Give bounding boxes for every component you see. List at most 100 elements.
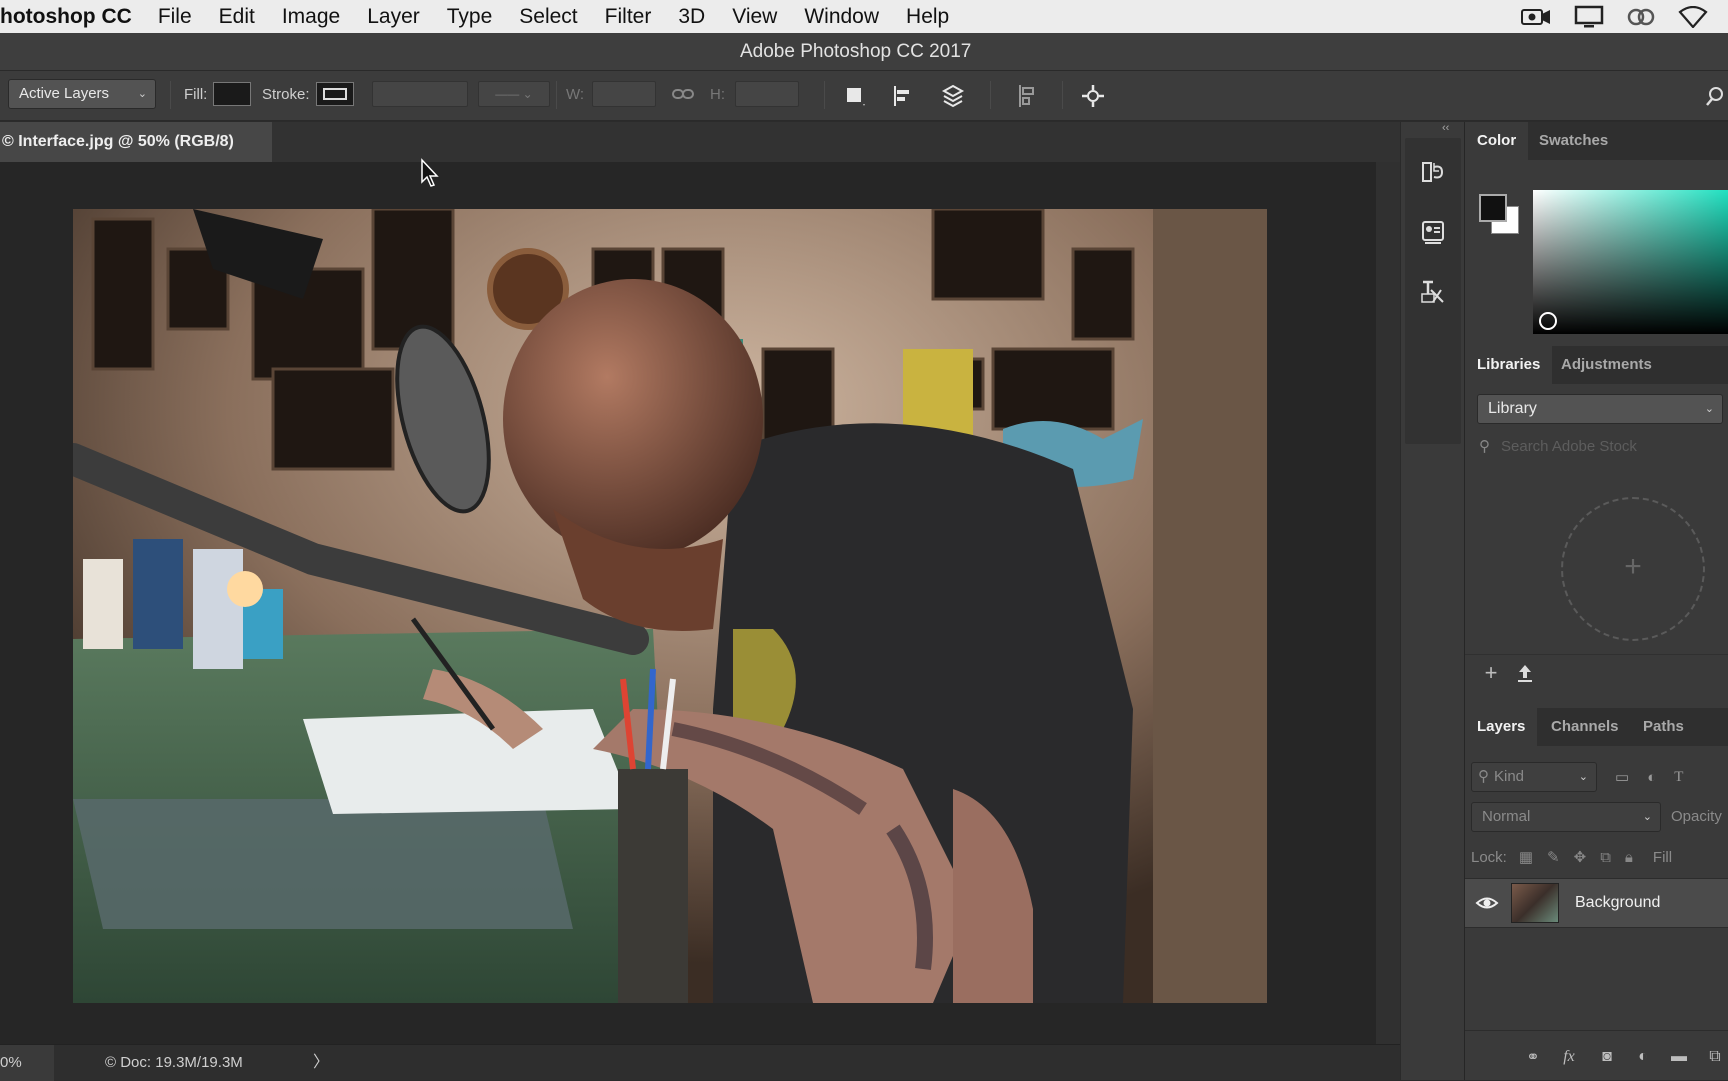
height-field[interactable]: [735, 81, 799, 107]
layer-lock-row: Lock: ▦ ✎ ✥ ⧉ 🔒︎ Fill: [1471, 842, 1728, 872]
zoom-field[interactable]: 0%: [0, 1045, 54, 1081]
libraries-footer: +: [1465, 654, 1728, 688]
blend-mode-select[interactable]: Normal ⌄: [1471, 802, 1661, 832]
divider: [170, 81, 171, 109]
document-tab[interactable]: © Interface.jpg @ 50% (RGB/8): [0, 122, 272, 162]
screen-record-icon[interactable]: [1520, 6, 1552, 28]
wifi-icon[interactable]: [1678, 5, 1708, 28]
tab-color[interactable]: Color: [1465, 122, 1529, 160]
properties-panel-icon[interactable]: [1417, 216, 1449, 248]
status-bar: 0% © Doc: 19.3M/19.3M 〉: [0, 1044, 1400, 1081]
canvas-scrollbar[interactable]: [1376, 162, 1400, 1044]
search-icon: ⚲: [1478, 768, 1489, 785]
add-element-icon[interactable]: +: [1479, 660, 1503, 685]
filter-adjustment-icon[interactable]: ◐: [1647, 769, 1656, 786]
add-content-plus: +: [1624, 550, 1642, 583]
stroke-type-select[interactable]: —— ⌄: [478, 81, 550, 107]
menu-3d[interactable]: 3D: [678, 5, 705, 29]
tab-swatches[interactable]: Swatches: [1527, 122, 1620, 160]
filter-type-icon[interactable]: T: [1674, 769, 1683, 786]
stroke-preview-icon: [322, 88, 347, 100]
right-panel-dock: Color Swatches Libraries Adjustments Lib…: [1464, 122, 1728, 1080]
lock-position-icon[interactable]: ✥: [1574, 848, 1587, 866]
stroke-color-swatch[interactable]: [315, 82, 354, 106]
width-field[interactable]: [592, 81, 657, 107]
doc-size-info[interactable]: © Doc: 19.3M/19.3M: [105, 1045, 243, 1081]
foreground-color-swatch[interactable]: [1479, 194, 1507, 222]
fill-color-swatch[interactable]: [213, 82, 252, 106]
lock-label: Lock:: [1471, 848, 1507, 866]
layers-panel-tabs: Layers Channels Paths: [1465, 708, 1728, 746]
adobe-stock-search-placeholder: Search Adobe Stock: [1501, 438, 1637, 455]
menu-help[interactable]: Help: [906, 5, 949, 29]
lock-artboard-icon[interactable]: ⧉: [1600, 849, 1611, 866]
new-group-folder-icon[interactable]: ▬: [1667, 1045, 1691, 1069]
app-menu[interactable]: hotoshop CC: [0, 5, 132, 29]
upload-icon[interactable]: [1513, 661, 1537, 685]
menu-edit[interactable]: Edit: [219, 5, 255, 29]
divider: [824, 81, 825, 109]
layer-filter-row: ⚲ Kind ⌄ ▭ ◐ T: [1471, 762, 1728, 792]
link-layers-icon[interactable]: ⚭: [1521, 1045, 1545, 1069]
menu-type[interactable]: Type: [447, 5, 493, 29]
lock-all-icon[interactable]: 🔒︎: [1625, 849, 1633, 866]
link-dimensions-icon[interactable]: [672, 87, 694, 101]
fill-label: Fill: [1652, 848, 1673, 866]
opacity-label: Opacity: [1671, 808, 1722, 825]
layer-filter-kind-select[interactable]: ⚲ Kind ⌄: [1471, 762, 1597, 792]
history-panel-icon[interactable]: [1417, 156, 1449, 188]
new-layer-icon[interactable]: ⧉: [1703, 1045, 1727, 1069]
path-arrangement-icon[interactable]: [938, 81, 968, 111]
lock-brush-icon[interactable]: ✎: [1547, 848, 1560, 866]
path-operations-icon[interactable]: [840, 81, 870, 111]
menu-select[interactable]: Select: [519, 5, 577, 29]
window-title-bar: Adobe Photoshop CC 2017: [0, 33, 1728, 71]
adobe-stock-search-input[interactable]: ⚲ Search Adobe Stock: [1477, 434, 1728, 460]
path-alignment-icon[interactable]: [888, 81, 918, 111]
tab-paths[interactable]: Paths: [1631, 708, 1696, 746]
character-panel-icon[interactable]: [1417, 276, 1449, 308]
document-tab-bar: © Interface.jpg @ 50% (RGB/8): [0, 122, 1400, 162]
filter-pixel-icon[interactable]: ▭: [1615, 768, 1629, 786]
libraries-panel-tabs: Libraries Adjustments: [1465, 346, 1728, 384]
divider: [1062, 81, 1063, 109]
menu-file[interactable]: File: [158, 5, 192, 29]
menu-image[interactable]: Image: [282, 5, 340, 29]
menu-layer[interactable]: Layer: [367, 5, 420, 29]
adjustment-layer-icon[interactable]: ◐: [1631, 1045, 1655, 1069]
library-select[interactable]: Library ⌄: [1477, 394, 1723, 424]
library-drop-zone[interactable]: +: [1561, 497, 1705, 641]
tab-adjustments[interactable]: Adjustments: [1549, 346, 1664, 384]
creative-cloud-icon[interactable]: [1626, 6, 1656, 28]
tab-layers[interactable]: Layers: [1465, 708, 1538, 746]
collapsed-panel-strip: ‹‹: [1400, 122, 1464, 1080]
color-picker-field[interactable]: [1533, 190, 1728, 334]
align-edges-icon[interactable]: [1012, 81, 1042, 111]
color-picker-marker[interactable]: [1539, 312, 1557, 330]
status-menu-arrow[interactable]: 〉: [313, 1045, 329, 1081]
blend-mode-value: Normal: [1482, 808, 1531, 825]
lock-transparent-icon[interactable]: ▦: [1519, 848, 1533, 866]
document-image[interactable]: [73, 209, 1267, 1003]
visibility-eye-icon[interactable]: [1475, 891, 1499, 915]
height-label: H:: [710, 85, 725, 103]
settings-gear-icon[interactable]: [1078, 81, 1108, 111]
add-mask-icon[interactable]: ◙: [1595, 1045, 1619, 1069]
tab-libraries[interactable]: Libraries: [1465, 346, 1553, 384]
layer-style-fx-icon[interactable]: fx: [1557, 1045, 1581, 1069]
search-icon[interactable]: [1700, 81, 1728, 111]
menu-window[interactable]: Window: [804, 5, 879, 29]
menu-view[interactable]: View: [732, 5, 777, 29]
fill-label: Fill:: [184, 85, 208, 103]
path-target-select[interactable]: Active Layers ⌄: [8, 79, 156, 109]
divider: [990, 81, 991, 109]
collapse-panels-icon[interactable]: ‹‹: [1442, 122, 1449, 134]
layer-row[interactable]: Background: [1465, 878, 1728, 928]
library-select-value: Library: [1488, 400, 1537, 417]
search-icon: ⚲: [1479, 438, 1490, 455]
layer-name[interactable]: Background: [1575, 879, 1660, 927]
menu-filter[interactable]: Filter: [605, 5, 652, 29]
display-icon[interactable]: [1574, 5, 1604, 29]
tab-channels[interactable]: Channels: [1539, 708, 1631, 746]
stroke-width-field[interactable]: [372, 81, 468, 107]
